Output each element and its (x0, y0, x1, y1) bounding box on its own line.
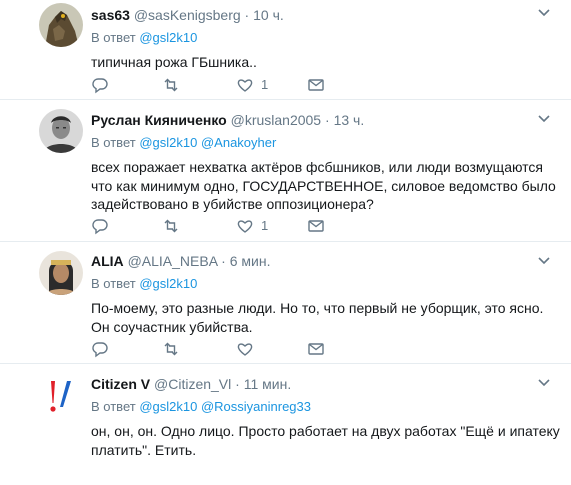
tweet[interactable]: Руслан Кияниченко @kruslan2005 · 13 ч. В… (0, 100, 571, 242)
chevron-down-icon[interactable] (537, 8, 551, 18)
retweet-icon[interactable] (162, 340, 180, 358)
reply-prefix: В ответ (91, 276, 136, 291)
heart-icon[interactable] (236, 340, 254, 358)
tweet-text: типичная рожа ГБшника.. (91, 54, 257, 70)
retweet-icon[interactable] (162, 76, 180, 94)
retweet-icon[interactable] (162, 217, 180, 235)
author-name[interactable]: sas63 (91, 7, 130, 23)
reply-prefix: В ответ (91, 135, 136, 150)
mention-link[interactable]: @Anakoyher (201, 135, 276, 150)
author-name[interactable]: Руслан Кияниченко (91, 112, 227, 128)
separator: · (325, 112, 330, 128)
separator: · (235, 376, 240, 392)
author-handle[interactable]: @ALIA_NEBA (128, 253, 218, 269)
tweet[interactable]: ALIA @ALIA_NEBA · 6 мин. В ответ @gsl2k1… (0, 242, 571, 364)
timestamp[interactable]: 6 мин. (230, 253, 271, 269)
reply-context: В ответ @gsl2k10 @Anakoyher (91, 135, 561, 151)
tweet-header: ALIA @ALIA_NEBA · 6 мин. (91, 252, 561, 270)
tweet-header: Руслан Кияниченко @kruslan2005 · 13 ч. (91, 111, 561, 129)
tweet-text: он, он, он. Одно лицо. Просто работает н… (91, 423, 560, 458)
author-handle[interactable]: @kruslan2005 (231, 112, 322, 128)
reply-icon[interactable] (91, 76, 109, 94)
reply-context: В ответ @gsl2k10 @Rossiyaninreg33 (91, 399, 561, 415)
timestamp[interactable]: 11 мин. (244, 376, 292, 392)
tweet-header: Citizen V @Citizen_Vl · 11 мин. (91, 375, 561, 393)
mention-link[interactable]: @Rossiyaninreg33 (201, 399, 311, 414)
tweet-text: По-моему, это разные люди. Но то, что пе… (91, 300, 544, 335)
reply-icon[interactable] (91, 340, 109, 358)
avatar[interactable] (39, 3, 83, 47)
like-count: 1 (261, 77, 269, 92)
heart-icon[interactable] (236, 76, 254, 94)
mention-link[interactable]: @gsl2k10 (139, 399, 197, 414)
chevron-down-icon[interactable] (537, 114, 551, 124)
tweet-text: всех поражает нехватка актёров фсбшников… (91, 159, 556, 212)
tweet[interactable]: Citizen V @Citizen_Vl · 11 мин. В ответ … (0, 364, 571, 485)
avatar[interactable] (39, 373, 83, 417)
reply-context: В ответ @gsl2k10 (91, 276, 561, 292)
like-count: 1 (261, 218, 269, 233)
reply-context: В ответ @gsl2k10 (91, 30, 561, 46)
author-name[interactable]: ALIA (91, 253, 124, 269)
avatar[interactable] (39, 251, 83, 295)
mention-link[interactable]: @gsl2k10 (139, 135, 197, 150)
reply-icon[interactable] (91, 217, 109, 235)
envelope-icon[interactable] (307, 217, 325, 235)
avatar[interactable] (39, 109, 83, 153)
tweet[interactable]: sas63 @sasKenigsberg · 10 ч. В ответ @gs… (0, 0, 571, 100)
separator: · (244, 7, 250, 23)
mention-link[interactable]: @gsl2k10 (139, 276, 197, 291)
reply-prefix: В ответ (91, 399, 136, 414)
separator: · (221, 253, 226, 269)
author-name[interactable]: Citizen V (91, 376, 150, 392)
mention-link[interactable]: @gsl2k10 (139, 30, 197, 45)
envelope-icon[interactable] (307, 340, 325, 358)
chevron-down-icon[interactable] (537, 378, 551, 388)
envelope-icon[interactable] (307, 76, 325, 94)
tweet-header: sas63 @sasKenigsberg · 10 ч. (91, 6, 561, 24)
reply-prefix: В ответ (91, 30, 136, 45)
heart-icon[interactable] (236, 217, 254, 235)
author-handle[interactable]: @sasKenigsberg (134, 7, 241, 23)
timestamp[interactable]: 10 ч. (253, 7, 284, 23)
author-handle[interactable]: @Citizen_Vl (154, 376, 231, 392)
chevron-down-icon[interactable] (537, 256, 551, 266)
timestamp[interactable]: 13 ч. (334, 112, 365, 128)
